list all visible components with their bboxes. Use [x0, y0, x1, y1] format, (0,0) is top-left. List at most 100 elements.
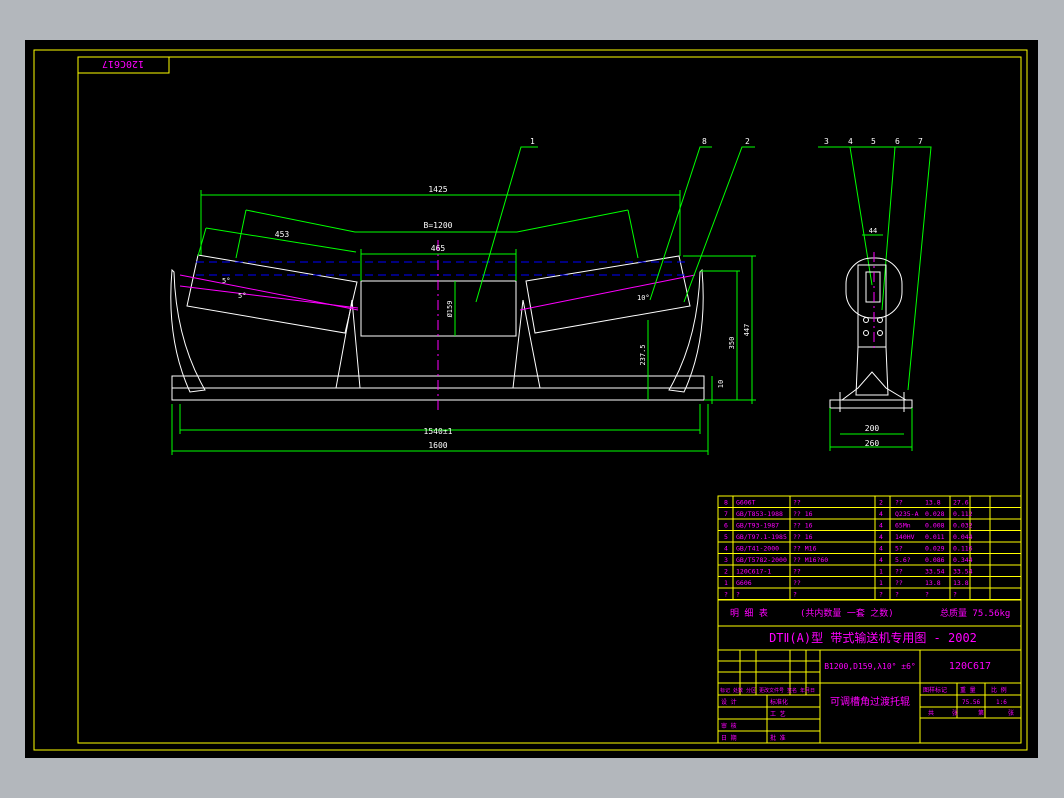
dim-roller-dia: Ø159: [446, 301, 454, 318]
parts-cell-unit_w: ?: [925, 591, 929, 599]
parts-cell-code: GB/T853-1988: [736, 510, 783, 518]
dim-center-roller: 465: [431, 244, 446, 253]
part-name: 可调槽角过渡托辊: [830, 695, 910, 708]
total-weight: 总质量 75.56kg: [940, 607, 1010, 619]
parts-cell-total_w: 0.032: [953, 522, 973, 530]
dim-base-outer: 1600: [428, 441, 447, 450]
rev-header: 标记 处数 分区 更改文件号 签名 年月日: [720, 687, 815, 694]
leader-2: 2: [745, 137, 750, 146]
check-label: 审 核: [721, 722, 737, 730]
parts-cell-no: 4: [724, 545, 728, 553]
weight-label: 重 量: [960, 686, 976, 694]
parts-cell-name: ??: [793, 499, 801, 507]
parts-cell-unit_w: 0.086: [925, 556, 945, 564]
parts-cell-no: 3: [724, 556, 728, 564]
parts-cell-material: 140HV: [895, 533, 915, 541]
parts-cell-total_w: 0.344: [953, 556, 973, 564]
parts-cell-code: GB/T93-1987: [736, 522, 779, 530]
dim-height-a: 350: [728, 337, 736, 350]
weight-val: 75.56: [962, 699, 980, 706]
parts-cell-code: G606: [736, 579, 752, 587]
dim-angle-c: 10°: [637, 294, 650, 302]
dim-angle-b: 5°: [238, 292, 246, 300]
scale-val: 1:6: [996, 699, 1007, 706]
parts-cell-qty: 4: [879, 545, 883, 553]
parts-cell-code: 120C617-1: [736, 568, 771, 576]
parts-cell-code: ?: [736, 591, 740, 599]
parts-cell-qty: 1: [879, 579, 883, 587]
parts-cell-name: ??: [793, 579, 801, 587]
detail-label: 明 细 表: [730, 607, 768, 619]
parts-cell-material: 5?: [895, 545, 903, 553]
parts-cell-name: ?? 16: [793, 522, 813, 530]
parts-cell-unit_w: 13.8: [925, 579, 941, 587]
corner-label: 120C617: [102, 58, 144, 69]
design-label: 设 计: [721, 698, 737, 706]
parts-cell-material: 65Mn: [895, 522, 911, 530]
leader-1: 1: [530, 137, 535, 146]
parts-cell-code: G606T: [736, 499, 756, 507]
parts-cell-total_w: ?: [953, 591, 957, 599]
dim-base-inner: 1540±1: [424, 427, 453, 436]
parts-cell-name: ?? 16: [793, 533, 813, 541]
cad-viewport: 120C617 1425 B=1200 453 465 Ø159 350 447…: [25, 40, 1038, 758]
parts-cell-unit_w: 0.011: [925, 533, 945, 541]
drawing-no: 120C617: [949, 661, 991, 672]
parts-cell-unit_w: 13.8: [925, 499, 941, 507]
parts-cell-qty: ?: [879, 591, 883, 599]
dim-height-c: 237.5: [639, 344, 647, 365]
parts-cell-unit_w: 0.029: [925, 545, 945, 553]
parts-cell-unit_w: 0.028: [925, 510, 945, 518]
parts-cell-qty: 4: [879, 533, 883, 541]
side-leader-5: 5: [871, 137, 876, 146]
parts-cell-no: 8: [724, 499, 728, 507]
side-dim-base-a: 200: [865, 424, 880, 433]
parts-cell-qty: 1: [879, 568, 883, 576]
parts-cell-name: ?? 16: [793, 510, 813, 518]
parts-cell-no: ?: [724, 591, 728, 599]
sheet-a: 共: [928, 709, 934, 717]
parts-cell-unit_w: 0.008: [925, 522, 945, 530]
parts-cell-unit_w: 33.54: [925, 568, 945, 576]
series-title: DTⅡ(A)型 带式输送机专用图 - 2002: [769, 630, 977, 645]
sheet-d: 张: [1008, 709, 1014, 717]
parts-cell-code: GB/T5782-2000: [736, 556, 787, 564]
dim-belt-width: B=1200: [424, 221, 453, 230]
parts-cell-name: ?? M16?60: [793, 556, 828, 564]
spec: B1200,D159,λ10° ±6°: [824, 662, 916, 671]
standard-label: 标准化: [770, 698, 788, 706]
side-leader-3: 3: [824, 137, 829, 146]
parts-cell-no: 5: [724, 533, 728, 541]
parts-cell-qty: 2: [879, 499, 883, 507]
side-leader-4: 4: [848, 137, 853, 146]
date-label: 日 期: [721, 734, 737, 742]
side-dim-top: 44: [869, 227, 877, 235]
parts-cell-name: ?? M16: [793, 545, 817, 553]
parts-cell-material: ??: [895, 579, 903, 587]
dim-angle-a: 5°: [222, 277, 230, 285]
sheet-b: 张: [952, 709, 958, 717]
side-leader-7: 7: [918, 137, 923, 146]
craft-label: 工 艺: [770, 710, 786, 718]
sheet-c: 第: [978, 709, 984, 717]
dim-overall-top: 1425: [428, 185, 447, 194]
parts-cell-qty: 4: [879, 522, 883, 530]
parts-cell-total_w: 0.112: [953, 510, 973, 518]
parts-cell-material: ??: [895, 499, 903, 507]
std-mark: 图样标记: [923, 686, 947, 694]
parts-cell-qty: 4: [879, 510, 883, 518]
parts-cell-qty: 4: [879, 556, 883, 564]
parts-cell-total_w: 13.8: [953, 579, 969, 587]
parts-cell-no: 6: [724, 522, 728, 530]
parts-cell-name: ??: [793, 568, 801, 576]
parts-cell-material: ??: [895, 568, 903, 576]
approve-label: 批 准: [770, 734, 786, 742]
parts-cell-code: GB/T97.1-1985: [736, 533, 787, 541]
scale-label: 比 例: [991, 686, 1007, 694]
parts-cell-material: ?: [895, 591, 899, 599]
parts-cell-material: Q235-A: [895, 510, 919, 518]
dim-small-h: 10: [717, 380, 725, 388]
detail-note: (共内数量 一套 之数): [800, 607, 894, 619]
leader-8: 8: [702, 137, 707, 146]
dim-left-roller: 453: [275, 230, 290, 239]
